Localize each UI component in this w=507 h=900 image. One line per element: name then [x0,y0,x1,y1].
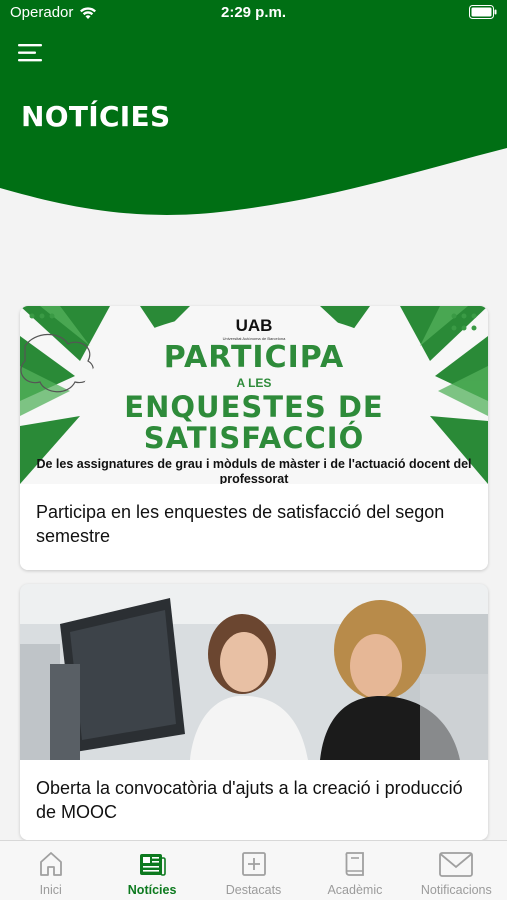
envelope-icon [439,852,474,877]
poster-line-4: De les assignatures de grau i mòduls de … [36,457,472,484]
plus-square-icon [241,852,266,876]
news-card[interactable]: UAB Universitat Autònoma de Barcelona PA… [20,306,488,570]
news-title[interactable]: Participa en les enquestes de satisfacci… [20,484,488,570]
hamburger-menu-icon [18,44,42,62]
news-card[interactable]: Oberta la convocatòria d'ajuts a la crea… [20,584,488,840]
home-icon [39,852,62,876]
tab-bar: Inici Notícies Destacats Acadèmic Notifi… [0,840,507,900]
poster-logo: UAB [235,316,273,335]
battery-icon [469,5,497,23]
tab-destacats[interactable]: Destacats [203,841,304,900]
tab-label: Destacats [225,883,282,897]
status-bar: Operador 2:29 p.m. [0,0,507,26]
menu-button[interactable] [18,42,46,64]
tab-notificacions[interactable]: Notificacions [406,841,507,900]
tab-label: Inici [39,883,62,897]
tab-label: Acadèmic [327,883,383,897]
poster-line-3: ENQUESTES DE SATISFACCIÓ [124,390,384,455]
tab-noticies[interactable]: Notícies [101,841,202,900]
news-title[interactable]: Oberta la convocatòria d'ajuts a la crea… [20,760,488,840]
tab-label: Notícies [127,883,177,897]
tab-label: Notificacions [420,883,492,897]
newspaper-icon [140,854,166,876]
book-icon [345,852,364,876]
news-image-poster: UAB Universitat Autònoma de Barcelona PA… [20,306,488,484]
poster-line-2: A LES [236,376,272,390]
status-time: 2:29 p.m. [220,4,287,21]
tab-inici[interactable]: Inici [0,841,101,900]
poster-line-1: PARTICIPA [163,340,345,375]
news-image-photo [20,584,488,760]
tab-academic[interactable]: Acadèmic [304,841,405,900]
page-title: NOTÍCIES [21,100,171,133]
